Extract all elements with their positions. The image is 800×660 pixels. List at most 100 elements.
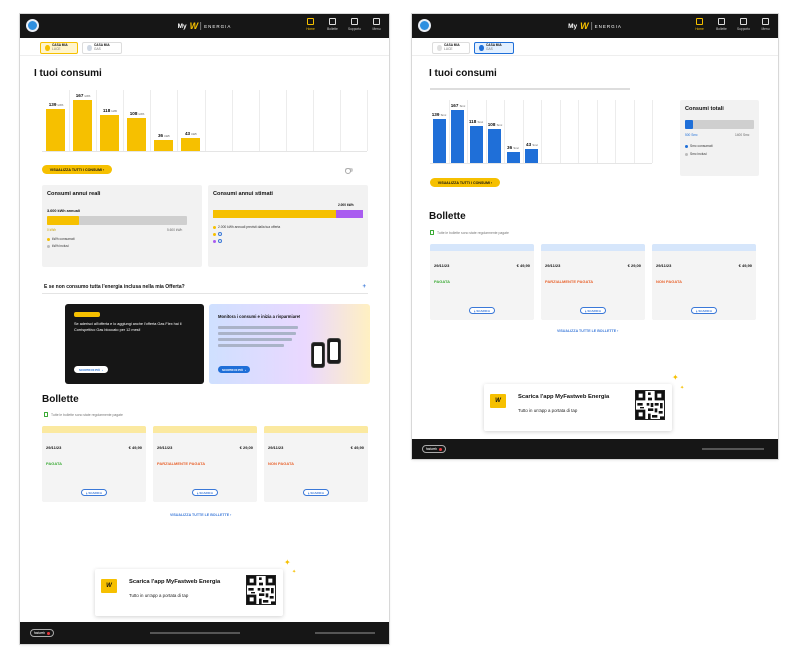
nav-home[interactable]: Home (693, 18, 706, 31)
profile-icon[interactable] (26, 19, 39, 32)
bill-card: 29/11/23 € 49,90 PAGATA ⤓ SCARICA (430, 244, 534, 320)
bill-header (652, 244, 756, 251)
supply-gas-button[interactable]: CASA MIA GAS (82, 42, 122, 54)
qr-code (246, 575, 276, 605)
brand-dot (439, 447, 442, 451)
chart-gridline (259, 90, 260, 151)
bill-date: 29/11/23 (434, 263, 450, 268)
bill-state: PAGATA (46, 461, 62, 466)
bill-download-button[interactable]: ⤓ SCARICA (469, 307, 495, 314)
nav-bollette[interactable]: Bollette (326, 18, 339, 31)
bill-download-button[interactable]: ⤓ SCARICA (81, 489, 107, 496)
brand-mark: W (189, 21, 198, 31)
legend-label: Smc inclusi (690, 152, 707, 156)
legend-dot (685, 152, 688, 156)
document-icon (44, 412, 48, 417)
chart-bar[interactable] (470, 126, 483, 163)
phone-image (311, 342, 325, 368)
all-bills-link[interactable]: VISUALIZZA TUTTE LE BOLLETTE › (170, 513, 231, 517)
app-subtitle: Tutto in un'app a portata di tap (518, 408, 578, 413)
supply-luce-button[interactable]: CASA MIA LUCE (432, 42, 470, 54)
download-icon: ⤓ (197, 490, 199, 495)
plus-icon: + (362, 283, 366, 290)
bill-icon (329, 18, 336, 25)
bill-download-button[interactable]: ⤓ SCARICA (580, 307, 606, 314)
consumi-intro-line (430, 88, 630, 90)
brand-divider (590, 22, 592, 30)
chart-gridline (486, 100, 487, 163)
btn-label: SCARICA (88, 490, 102, 495)
show-all-consumi-button[interactable]: VISUALIZZA TUTTI I CONSUMI › (430, 178, 500, 187)
chart-bar[interactable] (127, 118, 146, 151)
chart-bar[interactable] (433, 119, 446, 163)
nav-menu[interactable]: Menu (370, 18, 383, 31)
show-all-consumi-button[interactable]: VISUALIZZA TUTTI I CONSUMI › (42, 165, 112, 174)
bill-download-button[interactable]: ⤓ SCARICA (192, 489, 218, 496)
app-download-card[interactable]: W Scarica l'app MyFastweb Energia Tutto … (95, 569, 283, 616)
promo-copy-line (218, 326, 298, 329)
info-icon[interactable] (218, 239, 222, 243)
bill-download-button[interactable]: ⤓ SCARICA (691, 307, 717, 314)
download-icon: ⤓ (86, 490, 88, 495)
bill-amount: € 49,90 (350, 445, 364, 450)
chart-bar[interactable] (488, 129, 501, 163)
footer: fastweb (412, 439, 778, 459)
nav-bollette[interactable]: Bollette (715, 18, 728, 31)
promo-text: Se aderisci all'offerta e lo aggiungi an… (74, 322, 182, 332)
note-text: Tutte le bollette sono state regolarment… (437, 230, 509, 235)
chart-bar[interactable] (507, 152, 520, 163)
promo-copy-line (218, 344, 284, 347)
nav-supporto[interactable]: Supporto (737, 18, 750, 31)
legend-included: Smc inclusi (685, 152, 707, 156)
chart-bar-label: 118 Smc (468, 119, 484, 124)
chart-bar-label: 167 Smc (450, 103, 466, 108)
chart-bar[interactable] (525, 149, 538, 163)
totali-panel: Consumi totali 500 Smc 1400 Smc Smc cons… (680, 100, 759, 176)
app-title: Scarica l'app MyFastweb Energia (129, 579, 221, 585)
chart-gridline (504, 100, 505, 163)
consumi-chart: 139 Smc 167 Smc 118 Smc 108 Smc 36 Smc 43 Smc (430, 100, 653, 164)
bill-state: PARZIALMENTE PAGATA (545, 279, 594, 284)
legend-dot (685, 144, 688, 148)
supply-luce-button[interactable]: CASA MIA LUCE (40, 42, 78, 54)
nav-supporto[interactable]: Supporto (348, 18, 361, 31)
btn-label: SCARICA (310, 490, 324, 495)
download-icon: ⤓ (585, 308, 587, 313)
brand-mark: W (580, 21, 588, 31)
chart-bar[interactable] (451, 110, 464, 163)
panel-title: Consumi annui reali (47, 191, 101, 197)
panel-title: Consumi totali (685, 106, 724, 112)
all-bills-link[interactable]: VISUALIZZA TUTTE LE BOLLETTE › (557, 329, 618, 333)
chart-toggle[interactable] (345, 168, 353, 174)
toggle-switch[interactable] (345, 168, 353, 174)
range-high: 1400 Smc (735, 133, 750, 137)
promo-dark-button[interactable]: SCOPRI DI PIÙ › (74, 366, 109, 373)
chart-gridline (123, 90, 124, 151)
phone-image (327, 338, 341, 364)
chart-bar[interactable] (181, 138, 200, 151)
bill-download-button[interactable]: ⤓ SCARICA (303, 489, 329, 496)
chart-bar[interactable] (100, 115, 119, 151)
btn-label: SCOPRI DI PIÙ (222, 367, 244, 372)
chart-bar-label: 43 Smc (526, 142, 538, 147)
nav-home[interactable]: Home (304, 18, 317, 31)
chart-bar[interactable] (154, 140, 173, 151)
bulb-icon (45, 45, 50, 51)
info-icon[interactable] (218, 232, 222, 236)
bill-date: 29/11/23 (46, 445, 62, 450)
chart-bar-label: 167 kWh (75, 93, 91, 98)
footer-links[interactable] (150, 632, 240, 634)
supply-gas-button[interactable]: CASA MIA GAS (474, 42, 514, 54)
support-icon (740, 18, 747, 25)
brand-my: My (177, 22, 187, 30)
faq-item[interactable]: E se non consumo tutta l'energia inclusa… (42, 280, 368, 294)
bill-amount: € 29,00 (239, 445, 253, 450)
profile-icon[interactable] (418, 19, 431, 32)
chart-bar[interactable] (73, 100, 92, 151)
chart-bar[interactable] (46, 109, 65, 151)
app-download-card[interactable]: W Scarica l'app MyFastweb Energia Tutto … (484, 384, 672, 431)
nav-menu[interactable]: Menu (759, 18, 772, 31)
promo-light-button[interactable]: SCOPRI DI PIÙ › (218, 366, 251, 373)
chart-gridline (232, 90, 233, 151)
panel-title: Consumi annui stimati (213, 191, 273, 197)
